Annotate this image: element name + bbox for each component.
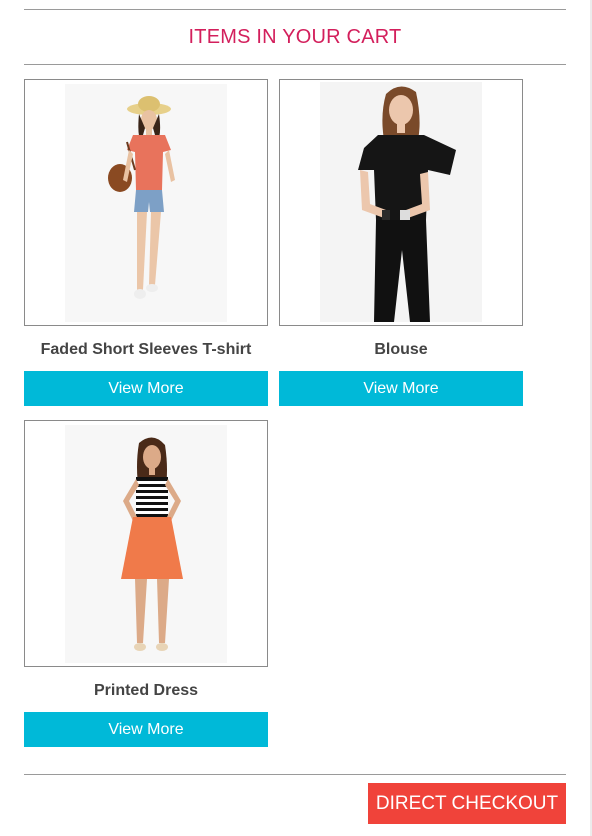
product-image[interactable] [24,420,268,667]
cart-item: Blouse View More [279,79,523,406]
product-photo-blouse [320,82,482,322]
view-more-button[interactable]: View More [279,371,523,406]
product-photo-printed-dress [65,425,227,663]
product-name: Faded Short Sleeves T-shirt [40,341,252,358]
product-image[interactable] [24,79,268,326]
title-divider [24,64,566,65]
cart-item: Printed Dress View More [24,420,268,747]
cart-title: ITEMS IN YOUR CART [188,26,402,48]
product-image[interactable] [279,79,523,326]
cart-item: Faded Short Sleeves T-shirt View More [24,79,268,406]
product-name: Printed Dress [93,682,199,699]
cart-panel: ITEMS IN YOUR CART Faded Short Sleeves T… [0,0,592,836]
top-divider [24,9,566,10]
view-more-button[interactable]: View More [24,371,268,406]
bottom-divider [24,774,566,775]
product-photo-tshirt [65,84,227,322]
product-name: Blouse [374,341,428,358]
view-more-button[interactable]: View More [24,712,268,747]
direct-checkout-button[interactable]: DIRECT CHECKOUT [368,783,566,824]
